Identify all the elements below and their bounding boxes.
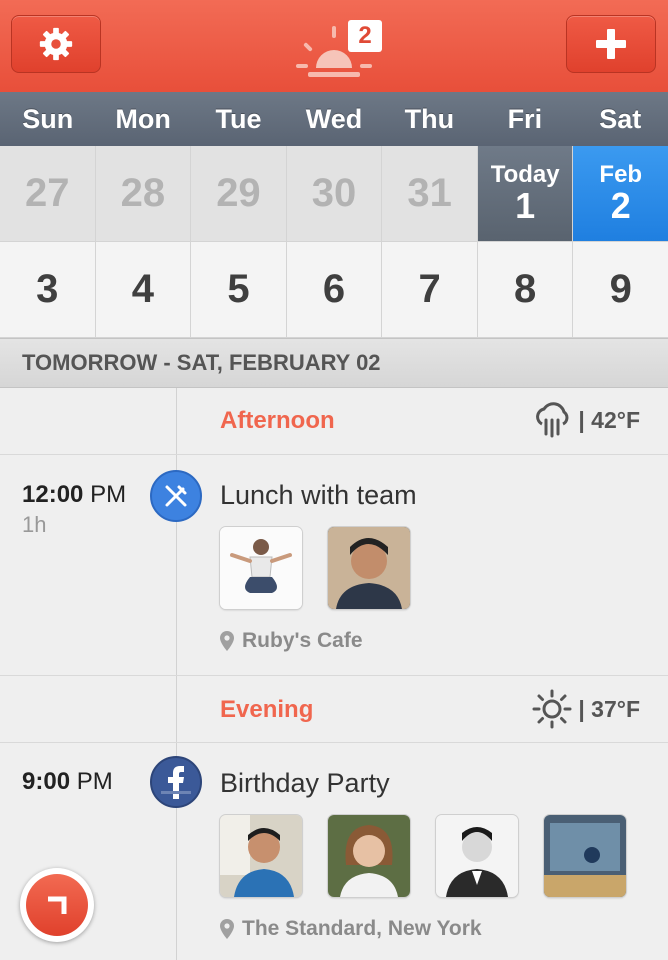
attendee-avatar[interactable] [220, 815, 302, 897]
evening-label: Evening [220, 696, 314, 723]
event-title[interactable]: Lunch with team [220, 480, 417, 511]
weekday-thu: Thu [404, 103, 455, 134]
attendee-avatar[interactable] [544, 815, 626, 897]
calendar-day[interactable]: 31 [382, 146, 478, 242]
event-time: 9:00 PM [22, 768, 113, 796]
location-pin-icon [220, 919, 234, 939]
fork-knife-icon [165, 485, 187, 507]
day-number: 27 [25, 171, 70, 215]
calendar-day[interactable]: 29 [191, 146, 287, 242]
day-number: 9 [609, 267, 632, 311]
location-text: The Standard, New York [242, 917, 482, 940]
return-arrow-icon [48, 896, 67, 914]
day-number: 29 [216, 171, 261, 215]
event-time-ampm: PM [90, 481, 127, 508]
day-number: 2 [610, 184, 631, 226]
weekday-header: Sun Mon Tue Wed Thu Fri Sat [0, 92, 668, 146]
fab-inner [26, 874, 88, 936]
afternoon-weather: | 42°F [532, 402, 640, 438]
day-number: 8 [514, 267, 537, 311]
divider [0, 454, 668, 455]
event-title[interactable]: Birthday Party [220, 768, 390, 799]
settings-button[interactable] [11, 15, 101, 73]
calendar-day[interactable]: 3 [0, 242, 96, 338]
day-number: 5 [227, 267, 250, 311]
event-type-icon [150, 756, 202, 808]
divider [0, 742, 668, 743]
calendar-day[interactable]: 4 [95, 242, 192, 338]
calendar-day-selected[interactable]: Feb 2 [573, 146, 668, 242]
weekday-mon: Mon [115, 103, 171, 134]
day-number: 30 [311, 171, 357, 215]
day-number: 7 [418, 267, 441, 311]
person-photo [328, 527, 410, 609]
afternoon-label: Afternoon [220, 407, 335, 434]
calendar-day[interactable]: 28 [95, 146, 192, 242]
weekday-sat: Sat [599, 103, 642, 134]
event-time-value: 9:00 [22, 768, 71, 795]
location-text: Ruby's Cafe [242, 629, 363, 652]
date-section-header: TOMORROW - SAT, FEBRUARY 02 [0, 338, 668, 388]
attendee-avatar[interactable] [328, 527, 410, 609]
notification-badge[interactable]: 2 [348, 20, 382, 52]
person-photo [328, 815, 410, 897]
event-type-icon [150, 470, 202, 522]
calendar-day[interactable]: 30 [286, 146, 383, 242]
weekday-wed: Wed [305, 103, 363, 134]
day-number: 1 [515, 184, 536, 226]
event-location[interactable]: The Standard, New York [220, 917, 482, 941]
calendar-day[interactable]: 5 [191, 242, 287, 338]
weekday-sun: Sun [22, 103, 74, 134]
venue-photo [544, 815, 626, 897]
day-number: 3 [36, 267, 59, 311]
calendar-week-2: 3 4 5 6 7 8 9 [0, 242, 668, 338]
sun-icon [532, 689, 572, 729]
app-header: 2 [0, 0, 668, 92]
facebook-icon [161, 766, 191, 799]
attendee-avatar[interactable] [328, 815, 410, 897]
attendee-avatar[interactable] [436, 815, 518, 897]
day-number: 6 [322, 267, 346, 311]
rain-cloud-icon [536, 402, 569, 438]
event-location[interactable]: Ruby's Cafe [220, 629, 363, 653]
jump-to-today-button[interactable] [20, 868, 94, 942]
afternoon-temp: | 42°F [578, 406, 640, 433]
calendar-day[interactable]: 9 [573, 242, 668, 338]
calendar-day[interactable]: 27 [0, 146, 96, 242]
person-photo [220, 815, 302, 897]
calendar-day[interactable]: 6 [286, 242, 383, 338]
day-number: 28 [120, 171, 166, 215]
event-time-ampm: PM [76, 768, 113, 795]
calendar-week-1: 27 28 29 30 31 Today 1 Feb 2 [0, 146, 668, 242]
weekday-fri: Fri [507, 103, 543, 134]
event-time: 12:00 PM [22, 481, 126, 509]
calendar-day[interactable]: 8 [477, 242, 574, 338]
evening-weather: | 37°F [532, 689, 640, 729]
evening-temp: | 37°F [578, 695, 640, 722]
divider [0, 675, 668, 676]
calendar-day-today[interactable]: Today 1 [477, 146, 574, 242]
location-pin-icon [220, 631, 234, 651]
add-event-button[interactable] [566, 15, 656, 73]
calendar-day[interactable]: 7 [382, 242, 478, 338]
attendee-avatar[interactable] [220, 527, 302, 609]
person-photo [436, 815, 518, 897]
gear-icon [39, 27, 73, 61]
weekday-tue: Tue [215, 103, 262, 134]
event-time-value: 12:00 [22, 481, 84, 508]
day-number: 31 [407, 171, 452, 215]
day-number: 4 [131, 267, 154, 311]
plus-icon [596, 29, 626, 59]
event-duration: 1h [22, 512, 47, 537]
person-photo [220, 527, 302, 609]
